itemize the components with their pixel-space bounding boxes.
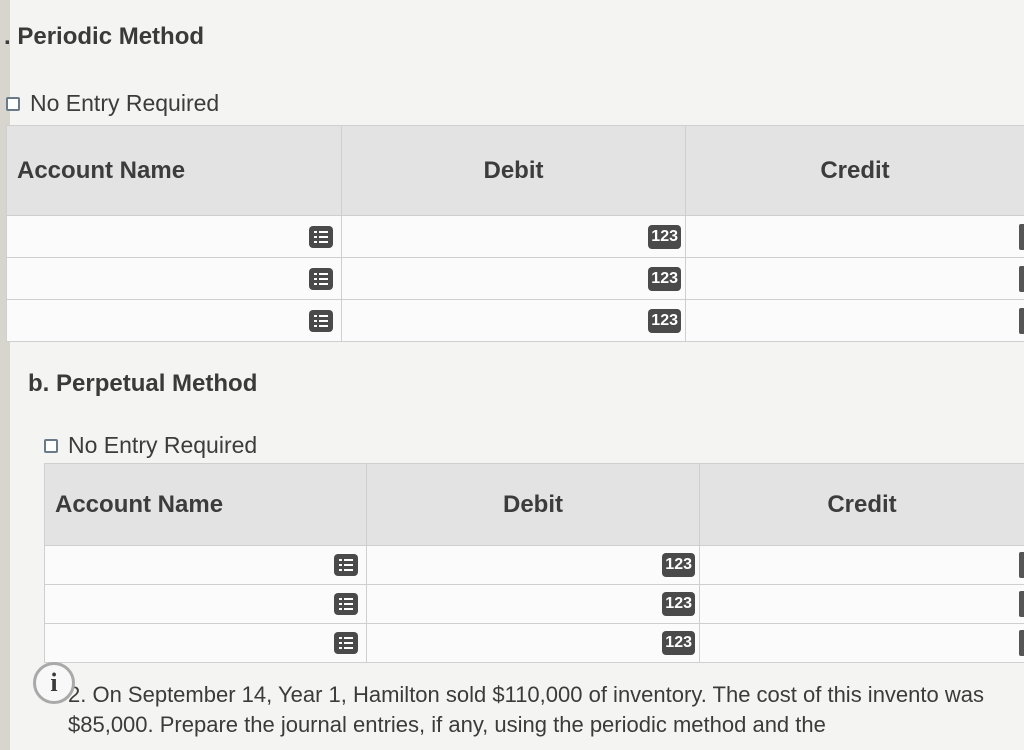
perpetual-row-3: 123 [44, 623, 1024, 663]
periodic-row-2-credit-cell[interactable] [685, 257, 1024, 300]
periodic-no-entry-label: No Entry Required [30, 90, 220, 116]
periodic-row-3-credit-cell[interactable] [685, 299, 1024, 342]
perpetual-account-header: Account Name [44, 463, 367, 546]
perpetual-method-title: b. Perpetual Method [28, 370, 258, 397]
numeric-input-icon[interactable]: 123 [662, 553, 695, 577]
numeric-input-icon[interactable]: 123 [648, 308, 681, 333]
periodic-no-entry-checkbox[interactable] [6, 96, 20, 111]
perpetual-row-1-account-cell[interactable] [44, 545, 367, 585]
periodic-row-3-account-cell[interactable] [6, 299, 342, 342]
periodic-row-1: 123 [6, 215, 1024, 258]
perpetual-row-3-debit-cell[interactable]: 123 [366, 623, 700, 663]
credit-input-icon[interactable] [1019, 591, 1024, 617]
journal-entry-page: . Periodic Method No Entry Required Acco… [0, 0, 1024, 750]
credit-input-icon[interactable] [1019, 265, 1024, 292]
perpetual-row-2-credit-cell[interactable] [699, 584, 1024, 624]
perpetual-debit-header: Debit [366, 463, 700, 546]
perpetual-no-entry-checkbox[interactable] [44, 438, 58, 453]
perpetual-no-entry-required[interactable]: No Entry Required [44, 432, 257, 459]
periodic-row-1-credit-cell[interactable] [685, 215, 1024, 258]
numeric-input-icon[interactable]: 123 [662, 592, 695, 616]
question-text: 2. On September 14, Year 1, Hamilton sol… [68, 682, 984, 737]
perpetual-row-1-credit-cell[interactable] [699, 545, 1024, 585]
perpetual-no-entry-label: No Entry Required [68, 432, 258, 458]
periodic-row-2-account-cell[interactable] [6, 257, 342, 300]
credit-input-icon[interactable] [1019, 307, 1024, 334]
periodic-journal-table: Account Name Debit Credit 123 123 123 [6, 125, 1024, 342]
perpetual-journal-table: Account Name Debit Credit 123 123 123 [44, 463, 1024, 663]
numeric-input-icon[interactable]: 123 [662, 631, 695, 655]
list-icon[interactable] [334, 632, 358, 654]
perpetual-row-2: 123 [44, 584, 1024, 624]
credit-input-icon[interactable] [1019, 223, 1024, 250]
periodic-row-3: 123 [6, 299, 1024, 342]
info-icon: i [33, 662, 75, 704]
periodic-method-title: . Periodic Method [4, 23, 205, 50]
perpetual-row-3-account-cell[interactable] [44, 623, 367, 663]
list-icon[interactable] [334, 554, 358, 576]
perpetual-row-3-credit-cell[interactable] [699, 623, 1024, 663]
numeric-input-icon[interactable]: 123 [648, 266, 681, 291]
periodic-debit-header: Debit [341, 125, 686, 216]
perpetual-row-1: 123 [44, 545, 1024, 585]
perpetual-credit-header: Credit [699, 463, 1024, 546]
periodic-credit-header: Credit [685, 125, 1024, 216]
periodic-row-3-debit-cell[interactable]: 123 [341, 299, 686, 342]
periodic-row-2-debit-cell[interactable]: 123 [341, 257, 686, 300]
list-icon[interactable] [334, 593, 358, 615]
periodic-row-1-account-cell[interactable] [6, 215, 342, 258]
list-icon[interactable] [309, 225, 333, 248]
periodic-no-entry-required[interactable]: No Entry Required [6, 90, 219, 117]
periodic-row-2: 123 [6, 257, 1024, 300]
list-icon[interactable] [309, 267, 333, 290]
question-info-block: i 2. On September 14, Year 1, Hamilton s… [33, 662, 1008, 742]
periodic-account-header: Account Name [6, 125, 342, 216]
perpetual-row-1-debit-cell[interactable]: 123 [366, 545, 700, 585]
perpetual-row-2-account-cell[interactable] [44, 584, 367, 624]
periodic-row-1-debit-cell[interactable]: 123 [341, 215, 686, 258]
credit-input-icon[interactable] [1019, 630, 1024, 656]
perpetual-row-2-debit-cell[interactable]: 123 [366, 584, 700, 624]
list-icon[interactable] [309, 309, 333, 332]
numeric-input-icon[interactable]: 123 [648, 224, 681, 249]
credit-input-icon[interactable] [1019, 552, 1024, 578]
